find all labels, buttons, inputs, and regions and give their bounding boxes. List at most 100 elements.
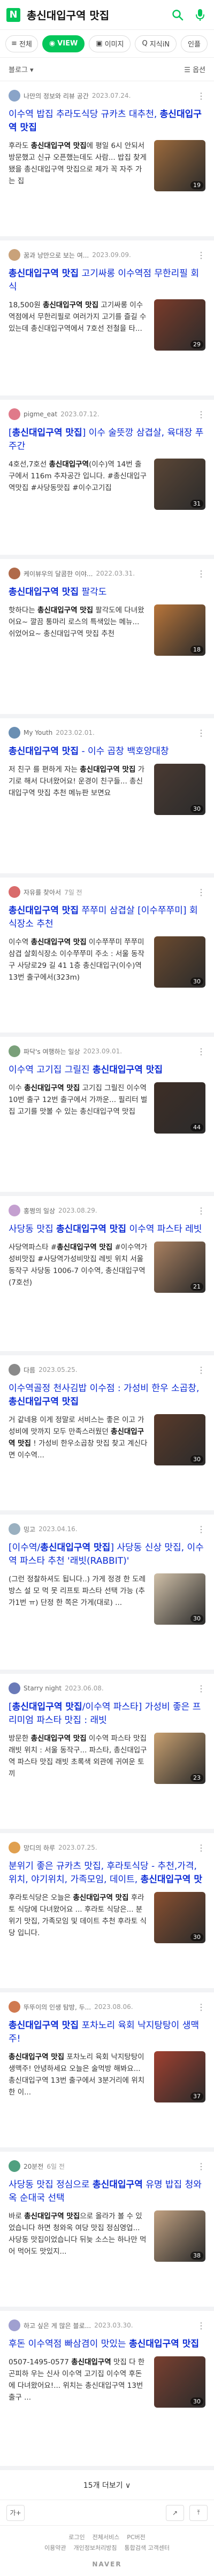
post-title[interactable]: 이수역 고기집 그릴진 총신대입구역 맛집 xyxy=(9,1064,205,1077)
post-thumbnail[interactable]: 23 xyxy=(154,1733,205,1784)
author-name[interactable]: 케이뷰우의 달콤한 이야... xyxy=(24,569,93,578)
tab-image[interactable]: ▣ 이미지 xyxy=(89,35,131,52)
author-name[interactable]: 다름 xyxy=(24,1365,35,1375)
author-avatar[interactable] xyxy=(9,1523,20,1535)
author-name[interactable]: 홍쩡의 일상 xyxy=(24,1206,55,1215)
post-title[interactable]: 후돈 이수역점 빠삼겸이 맛있는 총신대입구역 맛집 xyxy=(9,2338,205,2351)
author-avatar[interactable] xyxy=(9,2319,20,2331)
post-snippet[interactable]: 핫하다는 총신대입구역 맛집 팔각도에 다녀왔어요~ 깔끔 통마리 로스의 특색… xyxy=(9,604,148,663)
post-thumbnail[interactable]: 30 xyxy=(154,1414,205,1465)
more-options-icon[interactable]: ⋮ xyxy=(197,887,205,897)
blog-filter-dropdown[interactable]: 블로그 ▾ xyxy=(9,64,34,74)
author-name[interactable]: 파닥's 여행하는 일상 xyxy=(24,1047,80,1056)
post-snippet[interactable]: (그런 정찰하셔도 됩니다..) 가게 정경 한 도레방스 설 모 먹 못 리프… xyxy=(9,1573,148,1632)
post-title[interactable]: 사당동 맛집 정심으로 총신대입구역 유명 밥집 청와옥 순대국 선택 xyxy=(9,2178,205,2205)
post-snippet[interactable]: 거 같네용 이게 정말로 서비스는 좋은 이고 가성비에 맛까지 모두 만족스러… xyxy=(9,1414,148,1473)
tab-all[interactable]: ≡ 전체 xyxy=(5,35,38,52)
post-thumbnail[interactable]: 18 xyxy=(154,604,205,656)
more-options-icon[interactable]: ⋮ xyxy=(197,1843,205,1853)
post-thumbnail[interactable]: 30 xyxy=(154,2356,205,2408)
blog-post[interactable]: 나만의 정보와 리뷰 공간 2023.07.24. ⋮ 이수역 밥집 추라도식당 규카… xyxy=(0,81,214,240)
blog-post[interactable]: 파닥's 여행하는 일상 2023.09.01. ⋮ 이수역 고기집 그릴진 총신대입… xyxy=(0,1037,214,1196)
author-avatar[interactable] xyxy=(9,1045,20,1057)
post-thumbnail[interactable]: 30 xyxy=(154,1573,205,1625)
tab-view[interactable]: ◉ VIEW xyxy=(42,35,85,52)
post-snippet[interactable]: 18,500원 총신대입구역 맛집 고기싸롱 이수역점에서 무한리필로 여러가지… xyxy=(9,299,148,358)
more-options-icon[interactable]: ⋮ xyxy=(197,250,205,260)
footer-link[interactable]: 로그인 xyxy=(68,2532,85,2543)
post-snippet[interactable]: 바로 총신대입구역 맛집으로 올라가 볼 수 있었습니다 하면 청와옥 여당 맛… xyxy=(9,2210,148,2269)
author-name[interactable]: pigme_eat xyxy=(24,410,57,418)
footer-link[interactable]: PC버전 xyxy=(127,2532,146,2543)
author-name[interactable]: 밍고 xyxy=(24,1525,35,1534)
blog-post[interactable]: My Youth 2023.02.01. ⋮ 총신대입구역 맛집 - 이수 곱창 백호… xyxy=(0,718,214,878)
author-name[interactable]: 하고 싶은 게 많은 블로... xyxy=(24,2321,91,2330)
author-avatar[interactable] xyxy=(9,90,20,102)
author-avatar[interactable] xyxy=(9,886,20,898)
post-thumbnail[interactable]: 29 xyxy=(154,299,205,351)
author-name[interactable]: 20분전 xyxy=(24,2162,43,2171)
author-avatar[interactable] xyxy=(9,1364,20,1376)
author-avatar[interactable] xyxy=(9,2160,20,2172)
footer-link[interactable]: 이용약관 xyxy=(44,2543,66,2554)
blog-post[interactable]: 자유를 찾아서 7일 전 ⋮ 총신대입구역 맛집 쭈쭈미 삼겹살 [이수쭈쭈미] 회식… xyxy=(0,878,214,1037)
post-snippet[interactable]: 후라도 총신대입구역 맛집에 평일 6시 안되서 방문했고 신규 오픈했는데도 … xyxy=(9,140,148,199)
author-name[interactable]: 꿈과 낭만으로 보는 여... xyxy=(24,251,89,260)
author-avatar[interactable] xyxy=(9,727,20,739)
author-avatar[interactable] xyxy=(9,568,20,579)
search-icon[interactable] xyxy=(170,7,185,22)
author-avatar[interactable] xyxy=(9,1682,20,1694)
more-button[interactable]: 15개 더보기 ∨ xyxy=(0,2470,214,2500)
post-snippet[interactable]: 4호선,7호선 총신대입구역(이수)역 14번 출구에서 116m 추자공간 입… xyxy=(9,459,148,517)
post-snippet[interactable]: 저 친구 를 편하게 자는 총신대입구역 맛집 가기로 해서 다녀왔어요! 운경… xyxy=(9,764,148,823)
blog-post[interactable]: 다름 2023.05.25. ⋮ 이수역골정 천사김밥 이수점 : 가성비 한우 소곱… xyxy=(0,1355,214,1515)
author-name[interactable]: 망디의 하루 xyxy=(24,1843,55,1852)
author-name[interactable]: My Youth xyxy=(24,729,52,736)
post-thumbnail[interactable]: 21 xyxy=(154,1242,205,1293)
author-avatar[interactable] xyxy=(9,249,20,261)
blog-post[interactable]: 꿈과 낭만으로 보는 여... 2023.09.09. ⋮ 총신대입구역 맛집 고기싸… xyxy=(0,240,214,400)
post-snippet[interactable]: 0507-1495-0577 총신대입구역 맛집 다 한 곤피하 우는 신사 이… xyxy=(9,2356,148,2415)
more-options-icon[interactable]: ⋮ xyxy=(197,1046,205,1057)
post-thumbnail[interactable]: 30 xyxy=(154,936,205,988)
font-size-button[interactable]: 가+ xyxy=(6,2504,25,2521)
author-name[interactable]: 나만의 정보와 리뷰 공간 xyxy=(24,91,89,100)
more-options-icon[interactable]: ⋮ xyxy=(197,1206,205,1216)
author-avatar[interactable] xyxy=(9,1842,20,1853)
post-title[interactable]: 사당동 맛집 총신대입구역 맛집 이수역 파스타 레빗 xyxy=(9,1223,205,1236)
more-options-icon[interactable]: ⋮ xyxy=(197,569,205,579)
share-icon[interactable]: ↗ xyxy=(166,2504,184,2521)
author-name[interactable]: 뚜뚜이의 인생 탐방, 두... xyxy=(24,2003,91,2012)
footer-link[interactable]: 통합검색 고객센터 xyxy=(124,2543,169,2554)
post-title[interactable]: 총신대입구역 맛집 - 이수 곱창 백호양대창 xyxy=(9,745,205,758)
microphone-icon[interactable] xyxy=(193,7,208,22)
post-thumbnail[interactable]: 37 xyxy=(154,2051,205,2102)
post-snippet[interactable]: 총신대입구역 맛집 포차노리 육회 낙지탕탕이 생맥주! 안녕하세요 오늘은 술… xyxy=(9,2051,148,2110)
author-avatar[interactable] xyxy=(9,408,20,420)
blog-post[interactable]: 20분전 6일 전 ⋮ 사당동 맛집 정심으로 총신대입구역 유명 밥집 청와옥 순대… xyxy=(0,2152,214,2311)
blog-post[interactable]: 망디의 하루 2023.07.25. ⋮ 분위기 좋은 규카츠 맛집, 후라토식당 -… xyxy=(0,1833,214,1992)
post-title[interactable]: 이수역골정 천사김밥 이수점 : 가성비 한우 소곱창, 총신대입구역 맛집 xyxy=(9,1382,205,1409)
post-title[interactable]: 총신대입구역 맛집 팔각도 xyxy=(9,586,205,599)
blog-post[interactable]: 밍고 2023.04.16. ⋮ [이수역/총신대입구역 맛집] 사당동 신상 맛집,… xyxy=(0,1515,214,1674)
author-avatar[interactable] xyxy=(9,2001,20,2013)
more-options-icon[interactable]: ⋮ xyxy=(197,2002,205,2012)
more-options-icon[interactable]: ⋮ xyxy=(197,1683,205,1694)
author-name[interactable]: Starry night xyxy=(24,1685,62,1692)
more-options-icon[interactable]: ⋮ xyxy=(197,2161,205,2171)
options-button[interactable]: ☰ 옵션 xyxy=(184,64,205,74)
tab-kin[interactable]: Q 지식iN xyxy=(135,35,177,52)
post-snippet[interactable]: 후라토식당은 오늘은 총신대입구역 맛집 후라토 식당에 다녀왔어요 ... 후… xyxy=(9,1892,148,1951)
post-title[interactable]: [이수역/총신대입구역 맛집] 사당동 신상 맛집, 이수역 파스타 추천 '래… xyxy=(9,1541,205,1568)
post-thumbnail[interactable]: 30 xyxy=(154,764,205,815)
post-snippet[interactable]: 방문한 총신대입구역 맛집 이수역 파스타 맛집 래빗 위치 : 서울 동작구.… xyxy=(9,1733,148,1791)
post-title[interactable]: 총신대입구역 맛집 고기싸롱 이수역점 무한리필 회식 xyxy=(9,267,205,294)
more-options-icon[interactable]: ⋮ xyxy=(197,2321,205,2331)
scroll-top-icon[interactable]: ⤒ xyxy=(189,2504,208,2521)
blog-post[interactable]: 하고 싶은 게 많은 블로... 2023.03.30. ⋮ 후돈 이수역점 빠삼겸이… xyxy=(0,2311,214,2470)
post-thumbnail[interactable]: 31 xyxy=(154,459,205,510)
more-options-icon[interactable]: ⋮ xyxy=(197,409,205,420)
footer-link[interactable]: 전체서비스 xyxy=(93,2532,120,2543)
post-thumbnail[interactable]: 30 xyxy=(154,1892,205,1943)
post-snippet[interactable]: 이수 총신대입구역 맛집 고기집 그릴진 이수역 10번 출구 12번 출구에서… xyxy=(9,1082,148,1141)
